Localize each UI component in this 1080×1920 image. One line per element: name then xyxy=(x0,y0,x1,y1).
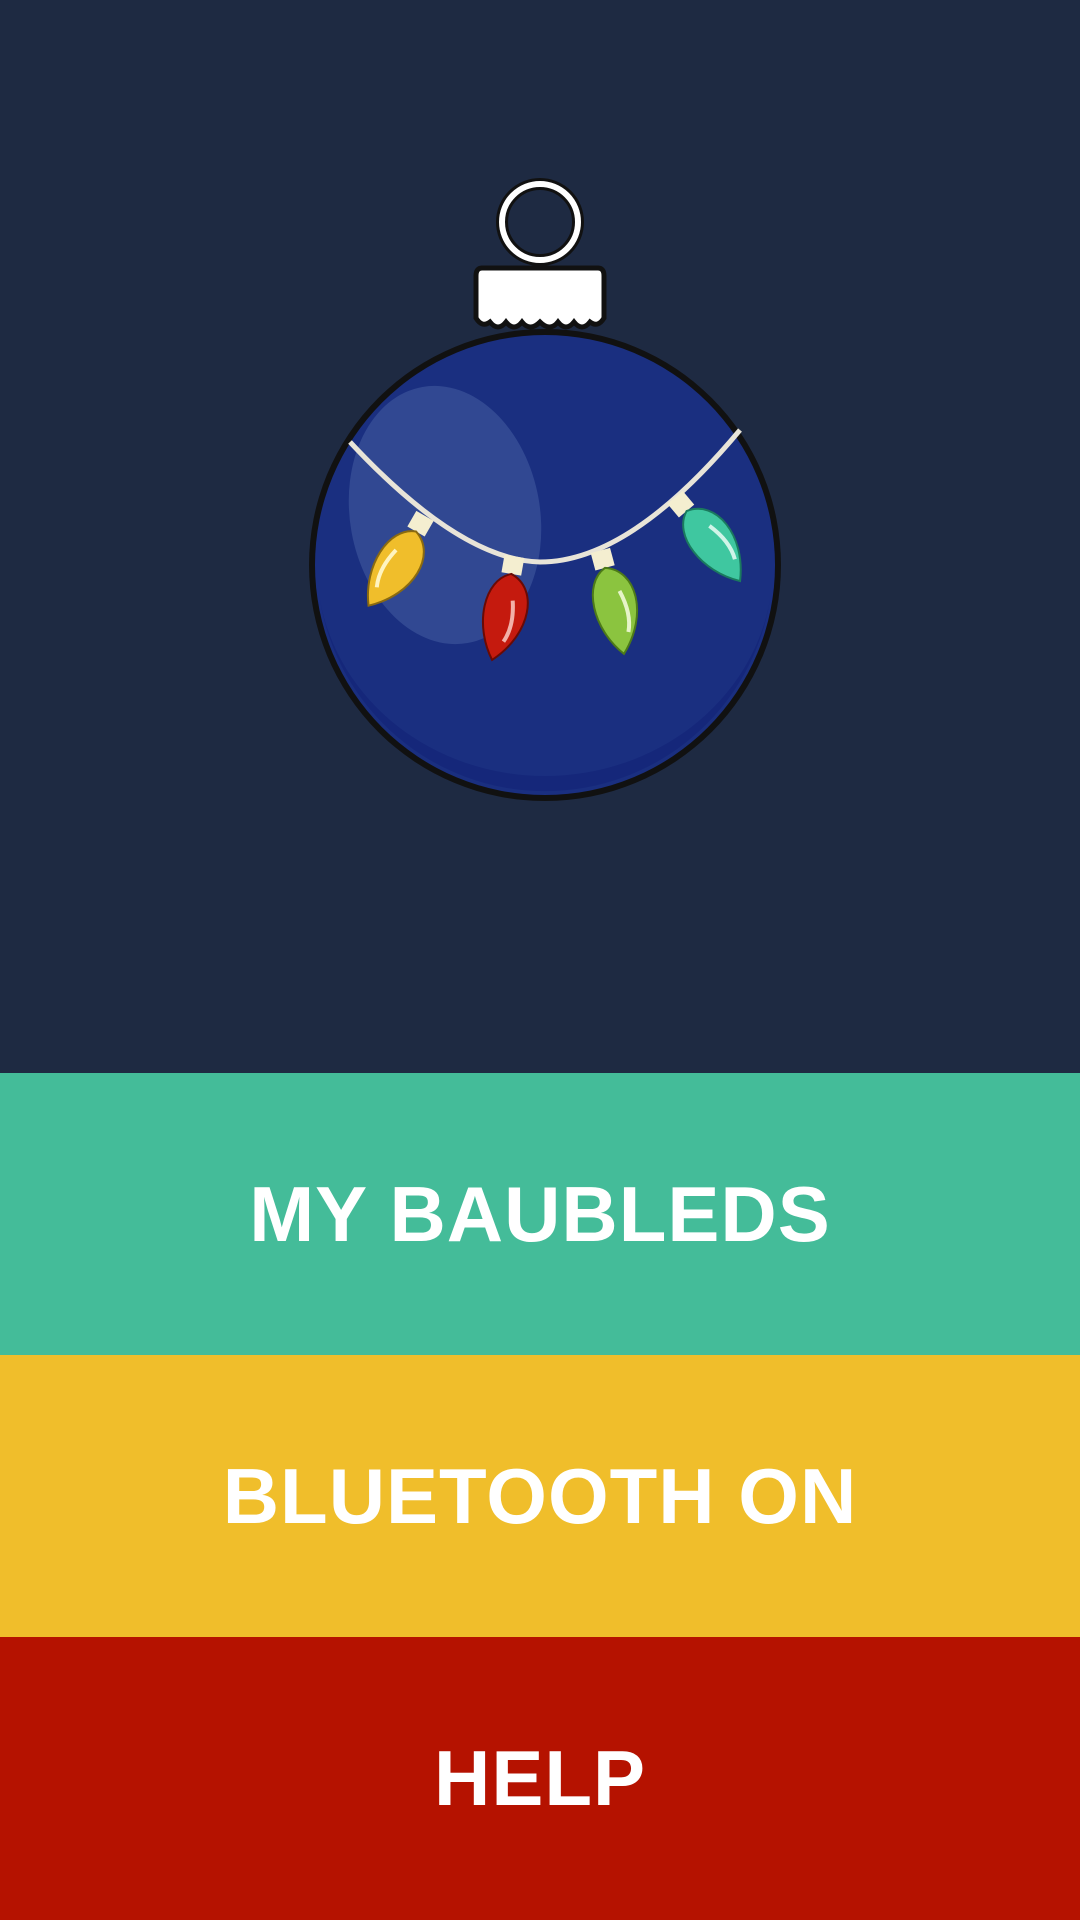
help-label: HELP xyxy=(433,1734,647,1822)
bluetooth-toggle-button[interactable]: BLUETOOTH ON xyxy=(0,1355,1080,1637)
hero-banner xyxy=(0,0,1080,1073)
help-button[interactable]: HELP xyxy=(0,1637,1080,1920)
my-baubleds-label: MY BAUBLEDS xyxy=(249,1169,831,1258)
my-baubleds-button[interactable]: MY BAUBLEDS xyxy=(0,1073,1080,1355)
bluetooth-label: BLUETOOTH ON xyxy=(222,1451,858,1540)
christmas-bauble-icon xyxy=(309,178,781,801)
app-screen: MY BAUBLEDS BLUETOOTH ON HELP xyxy=(0,0,1080,1920)
